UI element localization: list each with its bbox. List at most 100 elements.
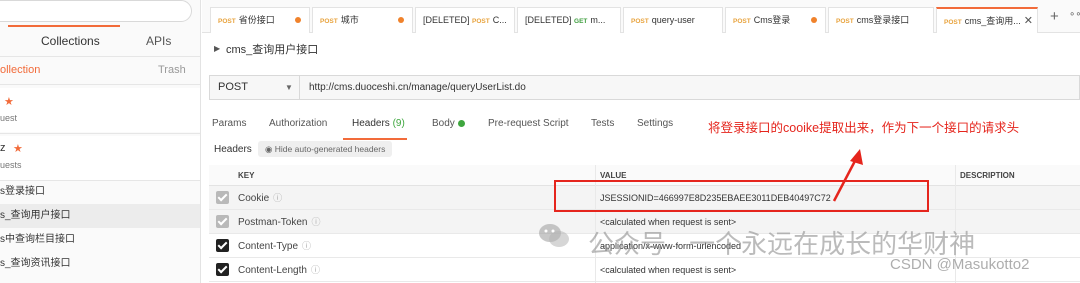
chevron-down-icon[interactable]: ▼	[285, 76, 293, 99]
collection-name: z	[0, 142, 6, 154]
row-checkbox[interactable]	[216, 215, 229, 228]
url-bar: POST ▼ http://cms.duoceshi.cn/manage/que…	[209, 75, 1080, 100]
request-tab[interactable]: POST Cms登录	[725, 7, 826, 33]
header-key-text: Content-Type	[238, 241, 299, 252]
tab-title: query-user	[651, 15, 695, 25]
info-icon: ⓘ	[302, 241, 312, 251]
sidebar-tabs: Collections APIs	[0, 30, 200, 54]
request-tab-bar: POST 省份接口 POST 城市 [DELETED] POST C... [DELE…	[202, 0, 1080, 33]
annotation-text: 将登录接口的cooike提取出来，作为下一个接口的请求头	[708, 121, 1020, 135]
request-tab-active[interactable]: POST cms_查询用... ✕	[936, 7, 1038, 33]
method-badge: POST	[944, 19, 962, 26]
star-icon[interactable]: ★	[13, 142, 23, 155]
new-tab-plus-icon[interactable]: +	[1050, 8, 1059, 25]
divider	[0, 84, 200, 85]
tab-prefix: [DELETED]	[423, 15, 470, 25]
sidebar-item-label: s_查询用户接口	[0, 210, 71, 221]
hide-auto-headers-label: Hide auto-generated headers	[274, 144, 386, 154]
unsaved-dot-icon	[295, 17, 301, 23]
column-header-description: DESCRIPTION	[955, 165, 1080, 186]
headers-count: (9)	[392, 118, 405, 129]
sidebar-item-request[interactable]: s登录接口	[0, 180, 200, 204]
method-badge: POST	[836, 18, 854, 25]
method-select-value: POST	[218, 81, 248, 93]
row-checkbox[interactable]	[216, 239, 229, 252]
tab-body-label: Body	[432, 118, 455, 129]
header-key-text: Content-Length	[238, 265, 307, 276]
request-tab[interactable]: [DELETED] GET m...	[517, 7, 621, 33]
close-icon[interactable]: ✕	[1024, 9, 1033, 33]
tab-collections[interactable]: Collections	[41, 34, 100, 48]
unsaved-dot-icon	[398, 17, 404, 23]
request-title: cms_查询用户接口	[226, 44, 319, 56]
header-key[interactable]: Content-Type ⓘ	[238, 234, 311, 259]
active-tab-indicator	[343, 138, 407, 140]
method-badge: POST	[218, 18, 236, 25]
tab-params[interactable]: Params	[212, 118, 246, 129]
header-key-text: Postman-Token	[238, 217, 308, 228]
url-input[interactable]: http://cms.duoceshi.cn/manage/queryUserL…	[309, 76, 526, 99]
tab-headers-label: Headers	[352, 118, 390, 129]
info-icon: ⓘ	[273, 193, 283, 203]
tab-title: m...	[590, 15, 606, 25]
collection-request-count: uest	[0, 113, 18, 123]
request-tab[interactable]: [DELETED] POST C...	[415, 7, 515, 33]
tab-body[interactable]: Body	[432, 118, 465, 129]
expand-caret-icon[interactable]: ▶	[214, 44, 220, 53]
more-tabs-icon[interactable]: ∘∘	[1069, 9, 1080, 20]
header-key[interactable]: Cookie ⓘ	[238, 186, 282, 211]
sidebar-item-label: s_查询资讯接口	[0, 258, 71, 269]
tab-prefix: [DELETED]	[525, 15, 572, 25]
method-badge: POST	[631, 18, 649, 25]
collection-item[interactable]: z ★ uests	[0, 136, 200, 180]
header-value[interactable]: <calculated when request is sent>	[600, 258, 736, 282]
sidebar-item-request[interactable]: s中查询栏目接口	[0, 228, 200, 252]
method-badge: POST	[320, 18, 338, 25]
divider	[0, 133, 200, 134]
sidebar: Collections APIs ollection Trash ★ uest …	[0, 0, 201, 283]
tab-title: 省份接口	[238, 15, 275, 25]
request-tab[interactable]: POST 省份接口	[210, 7, 310, 33]
body-indicator-dot-icon	[457, 119, 465, 127]
trash-link[interactable]: Trash	[158, 64, 186, 76]
method-badge: GET	[574, 18, 588, 25]
hide-auto-headers-button[interactable]: ◉ Hide auto-generated headers	[258, 141, 393, 157]
column-header-key: KEY	[209, 165, 595, 186]
star-icon[interactable]: ★	[4, 95, 14, 108]
sidebar-search-input[interactable]	[0, 0, 192, 22]
header-key[interactable]: Content-Length ⓘ	[238, 258, 320, 283]
sidebar-item-request[interactable]: s_查询资讯接口	[0, 252, 200, 276]
tab-tests[interactable]: Tests	[591, 118, 614, 129]
csdn-watermark: CSDN @Masukotto2	[890, 256, 1030, 273]
header-key[interactable]: Postman-Token ⓘ	[238, 210, 321, 235]
info-icon: ⓘ	[311, 217, 321, 227]
method-badge: POST	[733, 18, 751, 25]
sidebar-item-label: s中查询栏目接口	[0, 234, 75, 245]
collection-item[interactable]: ★ uest	[0, 88, 200, 132]
row-checkbox[interactable]	[216, 263, 229, 276]
tab-apis[interactable]: APIs	[146, 34, 171, 48]
tab-title: cms登录接口	[856, 15, 910, 25]
header-key-text: Cookie	[238, 193, 270, 204]
tab-pre-request-script[interactable]: Pre-request Script	[488, 118, 569, 129]
request-tab[interactable]: POST 城市	[312, 7, 413, 33]
tab-authorization[interactable]: Authorization	[269, 118, 327, 129]
annotation-arrow-icon	[832, 149, 863, 202]
row-checkbox[interactable]	[216, 191, 229, 204]
method-badge: POST	[472, 18, 490, 25]
request-tab[interactable]: POST query-user	[623, 7, 723, 33]
wechat-icon	[539, 224, 569, 247]
headers-section-label: Headers	[214, 144, 252, 155]
tab-title: Cms登录	[753, 15, 791, 25]
new-collection-link[interactable]: ollection	[0, 64, 40, 76]
sidebar-item-label: s登录接口	[0, 186, 45, 197]
active-tab-indicator	[8, 25, 120, 27]
request-tab[interactable]: POST cms登录接口	[828, 7, 934, 33]
divider	[0, 56, 200, 57]
tab-settings[interactable]: Settings	[637, 118, 673, 129]
tab-headers[interactable]: Headers (9)	[352, 118, 405, 129]
annotation-highlight-box	[554, 180, 929, 212]
sidebar-item-request[interactable]: s_查询用户接口	[0, 204, 200, 228]
tab-title: C...	[492, 15, 507, 25]
tab-title: cms_查询用...	[964, 16, 1021, 26]
